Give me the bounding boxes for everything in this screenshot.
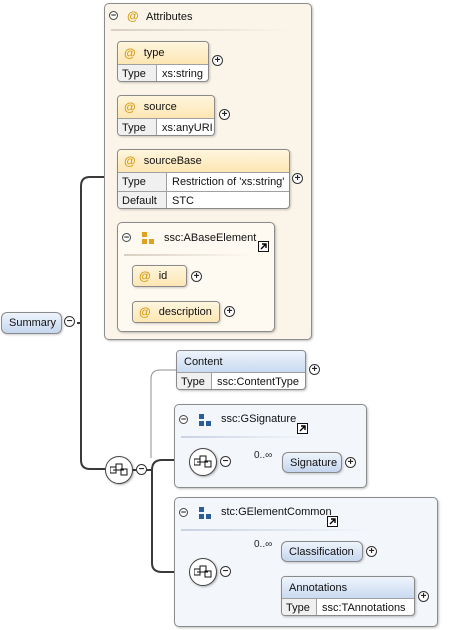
sequence-icon (194, 455, 212, 468)
content-element[interactable]: Content Type ssc:ContentType (176, 350, 306, 390)
classification-occurrence: 0..∞ (254, 539, 273, 550)
group-icon (199, 414, 211, 426)
attribute-at-icon: @ (139, 305, 151, 319)
common-sequence-compositor[interactable] (189, 558, 217, 586)
type-value: ssc:TAnnotations (317, 599, 406, 615)
summary-label: Summary (9, 317, 57, 329)
summary-element[interactable]: Summary (1, 312, 62, 334)
attribute-description[interactable]: @ description (132, 301, 220, 323)
open-link-icon[interactable] (327, 516, 338, 527)
attribute-group-icon (142, 232, 154, 244)
element-name: Signature (290, 456, 338, 469)
sequence-icon (110, 463, 128, 476)
attribute-name: id (158, 270, 168, 282)
signature-group-collapse-button[interactable]: − (179, 415, 188, 424)
expand-type-button[interactable]: + (212, 55, 223, 66)
expand-sourcebase-button[interactable]: + (292, 173, 303, 184)
base-group-title: ssc:ABaseElement (164, 232, 257, 244)
type-key: Type (177, 373, 212, 389)
attribute-name: description (158, 306, 212, 318)
base-group-header-divider (124, 254, 254, 256)
open-link-icon[interactable] (297, 423, 308, 434)
default-value: STC (167, 192, 194, 208)
open-link-icon[interactable] (258, 241, 269, 252)
type-value: xs:string (157, 65, 203, 81)
expand-id-button[interactable]: + (191, 271, 202, 282)
sequence-icon (194, 565, 212, 578)
attribute-id[interactable]: @ id (132, 265, 187, 287)
attribute-at-icon: @ (127, 9, 139, 23)
common-group-header-divider (181, 529, 371, 531)
default-key: Default (118, 192, 167, 208)
common-sequence-collapse-button[interactable]: − (220, 566, 231, 577)
group-icon (199, 507, 211, 519)
element-name: Content (184, 355, 223, 368)
signature-sequence-compositor[interactable] (189, 448, 217, 476)
type-key: Type (118, 65, 157, 81)
signature-sequence-collapse-button[interactable]: − (220, 456, 231, 467)
type-value: Restriction of 'xs:string' (167, 173, 285, 191)
expand-source-button[interactable]: + (219, 109, 230, 120)
attribute-at-icon: @ (124, 100, 136, 114)
signature-occurrence: 0..∞ (254, 450, 273, 461)
attribute-name: source (143, 101, 177, 113)
summary-collapse-button[interactable]: − (64, 316, 75, 327)
sequence-compositor[interactable] (105, 456, 133, 484)
expand-signature-button[interactable]: + (345, 457, 356, 468)
attributes-collapse-button[interactable]: − (109, 11, 118, 20)
expand-content-button[interactable]: + (309, 364, 320, 375)
attribute-name: sourceBase (143, 155, 202, 167)
attribute-at-icon: @ (124, 154, 136, 168)
expand-annotations-button[interactable]: + (418, 591, 429, 602)
expand-description-button[interactable]: + (224, 306, 235, 317)
classification-element[interactable]: Classification (281, 541, 363, 562)
attribute-at-icon: @ (139, 269, 151, 283)
type-value: ssc:ContentType (212, 373, 299, 389)
type-key: Type (118, 173, 167, 191)
attributes-header-divider (111, 29, 291, 31)
annotations-element[interactable]: Annotations Type ssc:TAnnotations (281, 576, 415, 616)
type-value: xs:anyURI (157, 119, 213, 135)
type-key: Type (118, 119, 157, 135)
base-group-collapse-button[interactable]: − (122, 233, 131, 242)
signature-element[interactable]: Signature (282, 452, 342, 473)
attributes-title: Attributes (146, 11, 193, 23)
attribute-source[interactable]: @ source Type xs:anyURI (117, 95, 215, 136)
element-name: Classification (289, 545, 354, 558)
type-key: Type (282, 599, 317, 615)
signature-group-title: ssc:GSignature (221, 413, 297, 425)
sequence-collapse-button[interactable]: − (136, 464, 147, 475)
attribute-type[interactable]: @ type Type xs:string (117, 41, 209, 82)
element-name: Annotations (289, 581, 348, 594)
common-group-collapse-button[interactable]: − (179, 508, 188, 517)
common-group-title: stc:GElementCommon (221, 506, 332, 518)
signature-group-header-divider (181, 436, 311, 438)
expand-classification-button[interactable]: + (366, 546, 377, 557)
attribute-sourcebase[interactable]: @ sourceBase Type Restriction of 'xs:str… (117, 149, 290, 209)
attribute-name: type (143, 47, 165, 59)
attribute-at-icon: @ (124, 46, 136, 60)
